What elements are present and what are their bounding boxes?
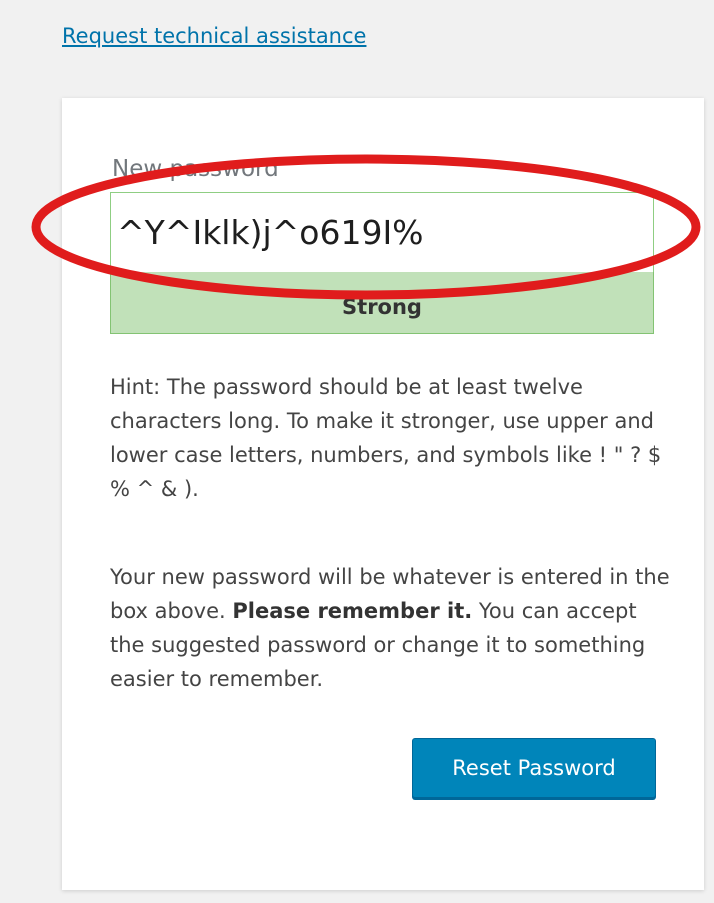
new-password-label: New password	[112, 156, 279, 182]
password-notice: Your new password will be whatever is en…	[110, 560, 670, 696]
request-assistance-link[interactable]: Request technical assistance	[62, 24, 366, 48]
password-hint: Hint: The password should be at least tw…	[110, 375, 662, 501]
new-password-input[interactable]	[110, 192, 654, 272]
password-strength-meter: Strong	[110, 272, 654, 334]
reset-password-button[interactable]: Reset Password	[412, 738, 656, 798]
notice-emphasis: Please remember it.	[232, 599, 473, 623]
